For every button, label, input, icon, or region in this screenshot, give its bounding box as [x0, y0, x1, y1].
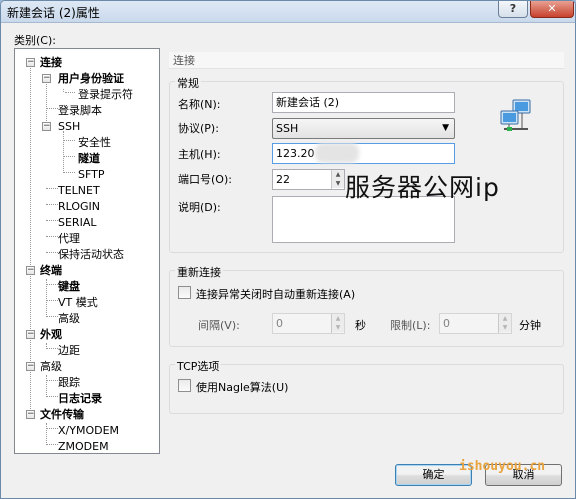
limit-label: 限制(L):	[390, 319, 431, 332]
tree-item-connection[interactable]: 连接	[40, 56, 62, 69]
tree-item-tunneling[interactable]: 隧道	[78, 152, 100, 165]
category-tree[interactable]: − − − − − − − 连接 用户身份验证 登录提示符 登录脚本 SSH 安…	[14, 48, 160, 454]
interval-value: 0	[276, 317, 283, 330]
reconnect-group-title: 重新连接	[175, 264, 223, 280]
session-computer-icon	[500, 99, 531, 131]
tree-item-login-prompt[interactable]: 登录提示符	[78, 88, 133, 101]
name-input[interactable]: 新建会话 (2)	[272, 92, 455, 113]
host-input[interactable]: 123.20	[272, 143, 455, 164]
expander-auth[interactable]: −	[42, 74, 51, 83]
tcp-group-title: TCP选项	[175, 358, 222, 374]
tree-item-appearance[interactable]: 外观	[40, 328, 62, 341]
session-properties-dialog: 新建会话 (2)属性 ? ✕ 类别(C): − − − − − − − 连接 用…	[0, 0, 576, 499]
category-label: 类别(C):	[14, 34, 56, 47]
tree-item-rlogin[interactable]: RLOGIN	[58, 200, 100, 213]
port-spinner[interactable]: ▲ ▼	[331, 170, 344, 189]
tree-item-proxy[interactable]: 代理	[58, 232, 80, 245]
tree-item-terminal[interactable]: 终端	[40, 264, 62, 277]
tree-item-sftp[interactable]: SFTP	[78, 168, 104, 181]
tree-item-ssh[interactable]: SSH	[58, 120, 80, 133]
tree-item-logging[interactable]: 日志记录	[58, 392, 102, 405]
nagle-checkbox[interactable]	[178, 379, 191, 392]
expander-terminal[interactable]: −	[26, 266, 35, 275]
auto-reconnect-checkbox[interactable]	[178, 286, 191, 299]
tree-item-terminal-advanced[interactable]: 高级	[58, 312, 80, 325]
tree-item-login-script[interactable]: 登录脚本	[58, 104, 102, 117]
expander-file-transfer[interactable]: −	[26, 410, 35, 419]
section-header: 连接	[169, 52, 564, 69]
tree-item-vt-mode[interactable]: VT 模式	[58, 296, 98, 309]
auto-reconnect-label[interactable]: 连接异常关闭时自动重新连接(A)	[196, 286, 355, 302]
help-button[interactable]: ?	[498, 1, 528, 18]
name-label: 名称(N):	[178, 98, 221, 111]
tree-item-file-transfer[interactable]: 文件传输	[40, 408, 84, 421]
tree-item-keyboard[interactable]: 键盘	[58, 280, 80, 293]
protocol-label: 协议(P):	[178, 122, 219, 135]
watermark-text: 服务器公网ip	[345, 173, 500, 202]
limit-unit: 分钟	[519, 319, 541, 332]
tree-item-margins[interactable]: 边距	[58, 344, 80, 357]
tree-item-advanced[interactable]: 高级	[40, 360, 62, 373]
close-button[interactable]: ✕	[530, 1, 574, 18]
limit-value: 0	[443, 317, 450, 330]
limit-input: 0 ▲ ▼	[439, 313, 512, 334]
redaction-blur	[315, 143, 359, 163]
tree-item-security[interactable]: 安全性	[78, 136, 111, 149]
protocol-select[interactable]: SSH ▼	[272, 118, 455, 139]
tree-item-zmodem[interactable]: ZMODEM	[58, 440, 109, 453]
interval-spinner: ▲ ▼	[331, 314, 344, 333]
port-value: 22	[276, 173, 290, 186]
limit-spinner: ▲ ▼	[498, 314, 511, 333]
tree-item-serial[interactable]: SERIAL	[58, 216, 96, 229]
nagle-label[interactable]: 使用Nagle算法(U)	[196, 379, 288, 395]
port-label: 端口号(O):	[178, 173, 232, 186]
tree-item-keepalive[interactable]: 保持活动状态	[58, 248, 124, 261]
interval-label: 间隔(V):	[198, 319, 240, 332]
window-title: 新建会话 (2)属性	[7, 6, 100, 20]
dropdown-arrow-icon: ▼	[442, 123, 449, 133]
interval-input: 0 ▲ ▼	[272, 313, 345, 334]
site-watermark: ishouyou.cn	[459, 459, 546, 474]
host-label: 主机(H):	[178, 148, 221, 161]
interval-unit: 秒	[355, 319, 366, 332]
general-group-title: 常规	[175, 75, 201, 91]
expander-advanced[interactable]: −	[26, 362, 35, 371]
description-label: 说明(D):	[178, 201, 221, 214]
expander-connection[interactable]: −	[26, 58, 35, 67]
expander-appearance[interactable]: −	[26, 330, 35, 339]
reconnect-group	[169, 270, 564, 347]
tree-item-telnet[interactable]: TELNET	[58, 184, 100, 197]
expander-ssh[interactable]: −	[42, 122, 51, 131]
tree-item-xymodem[interactable]: X/YMODEM	[58, 424, 119, 437]
tree-item-user-auth[interactable]: 用户身份验证	[58, 72, 124, 85]
title-bar: 新建会话 (2)属性 ? ✕	[1, 1, 575, 23]
protocol-value: SSH	[276, 122, 299, 135]
port-input[interactable]: 22 ▲ ▼	[272, 169, 345, 190]
tree-item-trace[interactable]: 跟踪	[58, 376, 80, 389]
